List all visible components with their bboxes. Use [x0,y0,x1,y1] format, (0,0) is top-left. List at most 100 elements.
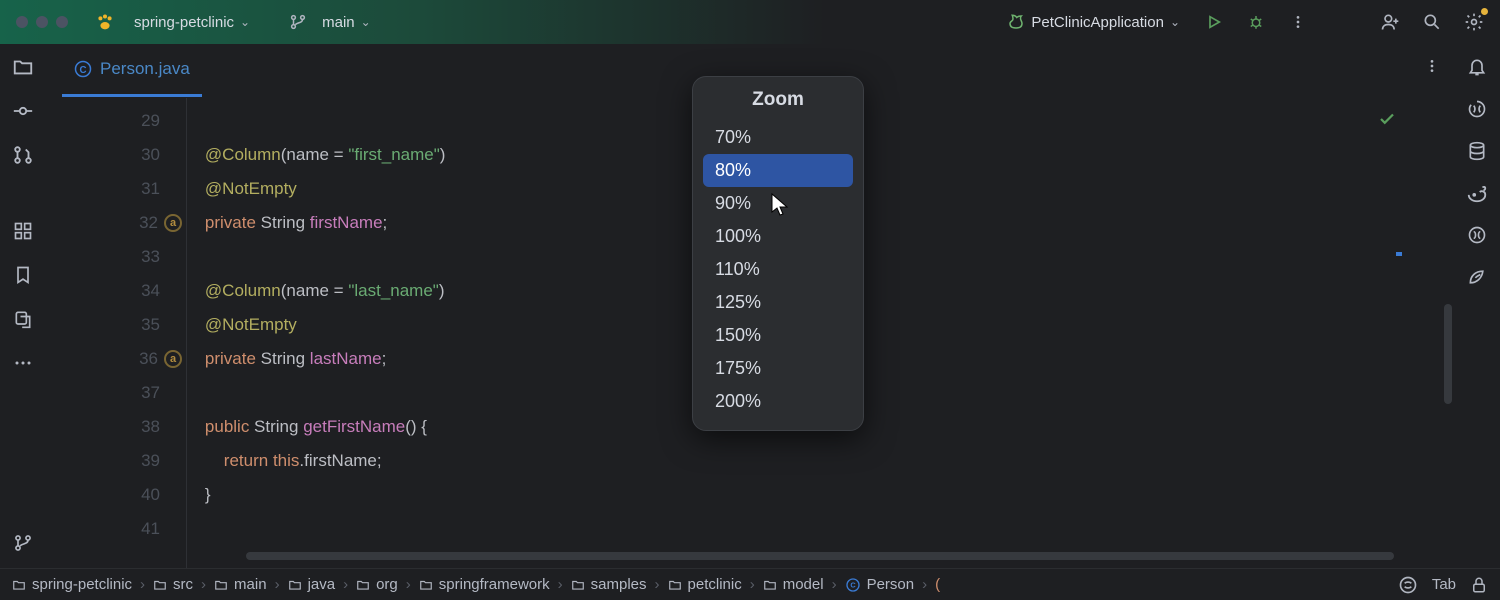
svg-text:C: C [79,65,86,76]
breadcrumb-segment[interactable]: samples [571,576,647,593]
gutter-inlay-badge[interactable]: a [164,350,182,368]
line-number: 33 [46,240,186,274]
line-number: 30 [46,138,186,172]
class-file-icon: C [74,60,92,78]
more-actions-button[interactable] [1282,6,1314,38]
line-number: 34 [46,274,186,308]
database-duplicate-icon[interactable] [12,308,34,330]
zoom-option[interactable]: 175% [703,352,853,385]
tab-more-actions[interactable] [1424,58,1440,79]
zoom-option[interactable]: 150% [703,319,853,352]
mouse-cursor-icon [770,192,790,223]
line-number: 36a [46,342,186,376]
chevron-right-icon: › [132,576,153,593]
branch-selector[interactable]: main ⌄ [314,10,379,35]
settings-button[interactable] [1458,6,1490,38]
zoom-option[interactable]: 200% [703,385,853,418]
project-icon [94,11,116,33]
traffic-close[interactable] [16,16,28,28]
breadcrumb-segment[interactable]: petclinic [668,576,742,593]
run-config-name: PetClinicApplication [1031,14,1164,31]
line-number: 38 [46,410,186,444]
zoom-option[interactable]: 100% [703,220,853,253]
right-tool-strip [1454,44,1500,568]
breadcrumb-member[interactable]: ( [935,576,940,593]
spring-tool-icon[interactable] [1466,266,1488,288]
gutter-inlay-badge[interactable]: a [164,214,182,232]
svg-text:C: C [850,580,856,589]
branch-name: main [322,14,355,31]
line-number: 31 [46,172,186,206]
code-line[interactable] [186,512,1454,546]
commit-tool-icon[interactable] [12,100,34,122]
chevron-right-icon: › [193,576,214,593]
chevron-right-icon: › [647,576,668,593]
breadcrumb-segment[interactable]: src [153,576,193,593]
more-tools-icon[interactable] [12,352,34,374]
vcs-branch-icon[interactable] [282,6,314,38]
traffic-min[interactable] [36,16,48,28]
navigation-bar[interactable]: spring-petclinic›src›main›java›org›sprin… [0,568,1500,600]
line-number: 37 [46,376,186,410]
zoom-popup: Zoom 70%80%90%100%110%125%150%175%200% [692,76,864,431]
breadcrumb-class[interactable]: CPerson [845,576,915,593]
breadcrumb-segment[interactable]: model [763,576,824,593]
breadcrumb-segment[interactable]: spring-petclinic [12,576,132,593]
chevron-right-icon: › [335,576,356,593]
zoom-option[interactable]: 80% [703,154,853,187]
run-app-icon [1007,13,1025,31]
database-tool-icon[interactable] [1466,140,1488,162]
code-with-me-icon[interactable] [1374,6,1406,38]
code-line[interactable]: return this.firstName; [186,444,1454,478]
zoom-options-list: 70%80%90%100%110%125%150%175%200% [693,119,863,430]
zoom-popup-title: Zoom [693,77,863,119]
minimap-marker [1396,252,1402,256]
line-number: 39 [46,444,186,478]
project-selector[interactable]: spring-petclinic ⌄ [126,10,258,35]
zoom-option[interactable]: 125% [703,286,853,319]
line-number: 40 [46,478,186,512]
project-name: spring-petclinic [134,14,234,31]
zoom-option[interactable]: 70% [703,121,853,154]
traffic-max[interactable] [56,16,68,28]
search-everywhere-button[interactable] [1416,6,1448,38]
line-number: 32a [46,206,186,240]
breadcrumb-segment[interactable]: main [214,576,267,593]
inspection-ok-icon[interactable] [1378,110,1396,133]
breadcrumb-segment[interactable]: org [356,576,398,593]
structure-tool-icon[interactable] [12,220,34,242]
tab-filename: Person.java [100,59,190,79]
title-bar: spring-petclinic ⌄ main ⌄ PetClinicAppli… [0,0,1500,44]
zoom-option[interactable]: 110% [703,253,853,286]
run-config-selector[interactable]: PetClinicApplication ⌄ [999,9,1188,35]
chevron-down-icon: ⌄ [240,15,250,29]
maven-tool-icon[interactable] [1466,224,1488,246]
tab-indicator-label: Tab [1432,576,1456,593]
run-button[interactable] [1198,6,1230,38]
vertical-scrollbar[interactable] [1444,304,1452,404]
debug-button[interactable] [1240,6,1272,38]
ai-assistant-icon[interactable] [1466,98,1488,120]
git-tool-icon[interactable] [12,532,34,554]
line-number: 29 [46,104,186,138]
file-tab-person[interactable]: C Person.java [62,44,202,97]
notifications-icon[interactable] [1466,56,1488,78]
gradle-tool-icon[interactable] [1466,182,1488,204]
project-tool-icon[interactable] [12,56,34,78]
chevron-right-icon: › [742,576,763,593]
line-gutter: 29303132a33343536a3738394041 [46,98,186,568]
horizontal-scrollbar[interactable] [246,552,1394,560]
line-number: 35 [46,308,186,342]
chevron-right-icon: › [824,576,845,593]
lock-icon[interactable] [1470,576,1488,594]
breadcrumb-segment[interactable]: java [288,576,336,593]
pull-requests-icon[interactable] [12,144,34,166]
bookmarks-tool-icon[interactable] [12,264,34,286]
settings-badge-dot [1481,8,1488,15]
chevron-down-icon: ⌄ [1170,15,1180,29]
code-line[interactable]: } [186,478,1454,512]
window-traffic-lights [16,16,68,28]
chevron-right-icon: › [267,576,288,593]
breadcrumb-segment[interactable]: springframework [419,576,550,593]
reader-mode-icon[interactable] [1398,575,1418,595]
